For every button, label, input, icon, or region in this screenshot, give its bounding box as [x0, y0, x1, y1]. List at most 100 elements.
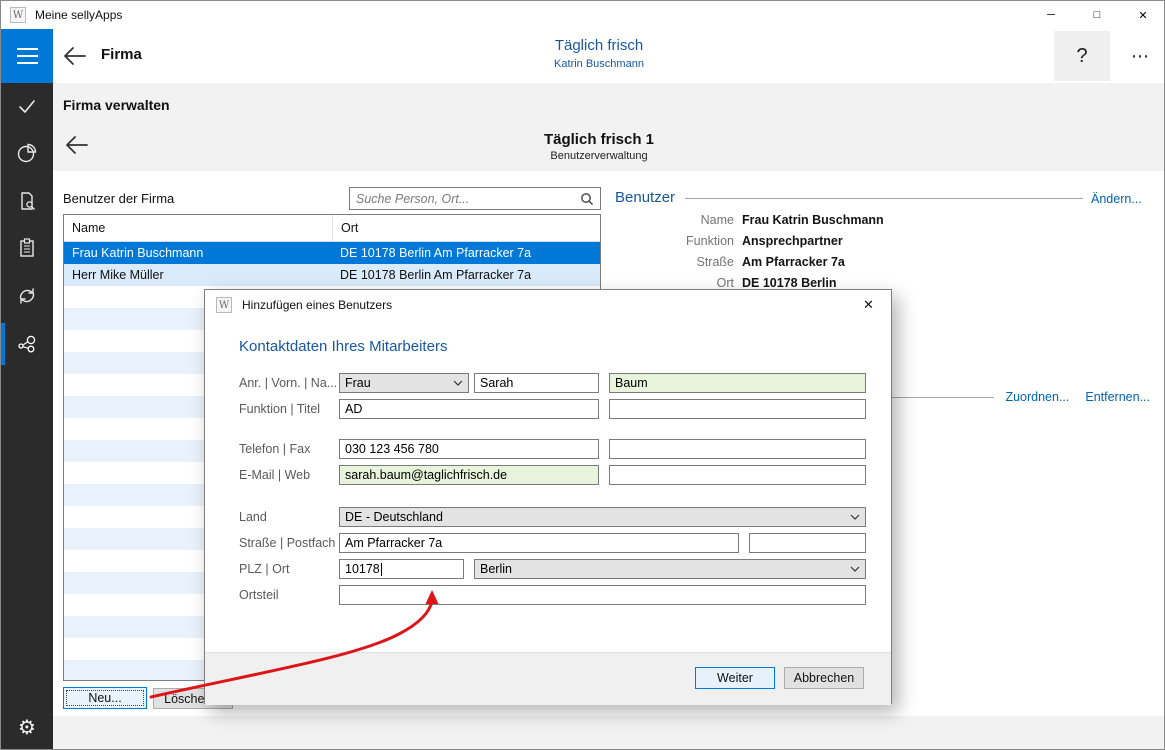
field-value: Frau Katrin Buschmann [742, 213, 884, 227]
cell-name: Frau Katrin Buschmann [64, 242, 332, 264]
fax-input[interactable] [609, 439, 866, 459]
section-divider [685, 198, 1083, 199]
sidebar-item-share[interactable] [1, 322, 53, 366]
table-row[interactable]: Herr Mike Müller DE 10178 Berlin Am Pfar… [64, 264, 600, 286]
add-user-dialog: W Hinzufügen eines Benutzers ✕ Kontaktda… [204, 289, 892, 704]
dialog-close-icon[interactable]: ✕ [846, 290, 891, 320]
back-icon[interactable] [61, 43, 89, 69]
postfach-input[interactable] [749, 533, 866, 553]
sidebar-item-clipboard[interactable] [1, 226, 53, 270]
dialog-titlebar[interactable]: W Hinzufügen eines Benutzers ✕ [205, 290, 891, 320]
sidebar-item-sync[interactable] [1, 274, 53, 318]
help-button[interactable]: ? [1054, 31, 1110, 81]
cell-name: Herr Mike Müller [64, 264, 332, 286]
change-link[interactable]: Ändern... [1091, 192, 1142, 206]
dialog-heading: Kontaktdaten Ihres Mitarbeiters [239, 338, 447, 355]
details-fields: Name Frau Katrin Buschmann Funktion Ansp… [621, 209, 884, 293]
company-name: Täglich frisch [554, 37, 644, 54]
field-label: Name [621, 213, 734, 227]
share-icon [16, 333, 38, 355]
details-row: Funktion Ansprechpartner [621, 230, 884, 251]
search-input[interactable] [350, 189, 580, 208]
sidebar-item-check[interactable] [1, 84, 53, 128]
chevron-down-icon [850, 514, 860, 520]
page-title: Firma [101, 46, 142, 63]
table-row-selected[interactable]: Frau Katrin Buschmann DE 10178 Berlin Am… [64, 242, 600, 264]
sidebar-item-reports[interactable] [1, 131, 53, 175]
app-header: Firma Täglich frisch Katrin Buschmann ? … [1, 29, 1165, 83]
app-logo-icon: W [10, 7, 26, 23]
assign-link[interactable]: Zuordnen... [1005, 390, 1069, 404]
web-input[interactable] [609, 465, 866, 485]
page-subtitle: Benutzerverwaltung [544, 150, 654, 162]
text-caret [381, 563, 382, 576]
app-window: W Meine sellyApps ─ □ ✕ Firma Täglich fr… [0, 0, 1165, 750]
column-header-ort[interactable]: Ort [332, 215, 600, 241]
pie-chart-icon [16, 142, 38, 164]
close-icon[interactable]: ✕ [1120, 1, 1165, 29]
details-section-title: Benutzer [615, 189, 675, 206]
more-button[interactable]: ⋯ [1119, 31, 1163, 81]
email-input[interactable]: sarah.baum@taglichfrisch.de [339, 465, 599, 485]
cancel-button[interactable]: Abbrechen [784, 667, 864, 689]
new-button[interactable]: Neu... [63, 687, 147, 709]
form-row-email: E-Mail | Web sarah.baum@taglichfrisch.de [239, 465, 866, 485]
details-row: Straße Am Pfarracker 7a [621, 251, 884, 272]
settings-gear-icon[interactable]: ⚙ [1, 709, 53, 745]
page-heading: Täglich frisch 1 Benutzerverwaltung [544, 131, 654, 162]
form-row-strasse: Straße | Postfach Am Pfarracker 7a [239, 533, 866, 553]
document-search-icon [16, 190, 38, 212]
form-label: Ortsteil [239, 588, 339, 602]
search-box [349, 187, 601, 210]
telefon-input[interactable]: 030 123 456 780 [339, 439, 599, 459]
window-title: Meine sellyApps [35, 8, 122, 22]
form-row-land: Land DE - Deutschland [239, 507, 866, 527]
next-button[interactable]: Weiter [695, 667, 775, 689]
clipboard-icon [16, 237, 38, 259]
form-row-ortsteil: Ortsteil [239, 585, 866, 605]
section-title: Firma verwalten [63, 97, 170, 113]
strasse-input[interactable]: Am Pfarracker 7a [339, 533, 739, 553]
chevron-down-icon [850, 566, 860, 572]
plz-input[interactable]: 10178 [339, 559, 464, 579]
form-label: Telefon | Fax [239, 442, 339, 456]
ortsteil-input[interactable] [339, 585, 866, 605]
dialog-app-icon: W [216, 297, 232, 313]
form-row-plz: PLZ | Ort 10178 Berlin [239, 559, 866, 579]
field-label: Straße [621, 255, 734, 269]
user-list-title: Benutzer der Firma [63, 191, 174, 206]
window-titlebar[interactable]: W Meine sellyApps ─ □ ✕ [1, 1, 1165, 29]
company-header: Täglich frisch Katrin Buschmann [554, 37, 644, 70]
maximize-icon[interactable]: □ [1074, 1, 1120, 29]
ort-select[interactable]: Berlin [474, 559, 866, 579]
dialog-title: Hinzufügen eines Benutzers [242, 298, 392, 312]
salutation-select[interactable]: Frau [339, 373, 469, 393]
details-row: Name Frau Katrin Buschmann [621, 209, 884, 230]
titel-input[interactable] [609, 399, 866, 419]
last-name-input[interactable]: Baum [609, 373, 866, 393]
form-row-name: Anr. | Vorn. | Na... Frau Sarah Baum [239, 373, 866, 393]
funktion-input[interactable]: AD [339, 399, 599, 419]
land-select[interactable]: DE - Deutschland [339, 507, 866, 527]
back-icon-secondary[interactable] [63, 132, 91, 158]
table-header: Name Ort [64, 215, 600, 242]
active-nav-indicator [1, 323, 5, 365]
form-row-telefon: Telefon | Fax 030 123 456 780 [239, 439, 866, 459]
minimize-icon[interactable]: ─ [1028, 1, 1074, 29]
dialog-footer: Weiter Abbrechen [205, 652, 891, 705]
menu-icon[interactable] [1, 29, 53, 83]
window-controls: ─ □ ✕ [1028, 1, 1165, 29]
assign-links: Zuordnen... Entfernen... [1005, 390, 1150, 404]
first-name-input[interactable]: Sarah [474, 373, 599, 393]
sidebar-item-documents[interactable] [1, 179, 53, 223]
field-value: Am Pfarracker 7a [742, 255, 845, 269]
form-label: Straße | Postfach [239, 536, 339, 550]
column-header-name[interactable]: Name [64, 215, 332, 241]
remove-link[interactable]: Entfernen... [1085, 390, 1150, 404]
search-icon[interactable] [580, 192, 594, 206]
field-label: Funktion [621, 234, 734, 248]
sidebar-nav: ⚙ [1, 83, 53, 750]
form-row-funktion: Funktion | Titel AD [239, 399, 866, 419]
field-value: Ansprechpartner [742, 234, 843, 248]
field-label: Ort [621, 276, 734, 290]
